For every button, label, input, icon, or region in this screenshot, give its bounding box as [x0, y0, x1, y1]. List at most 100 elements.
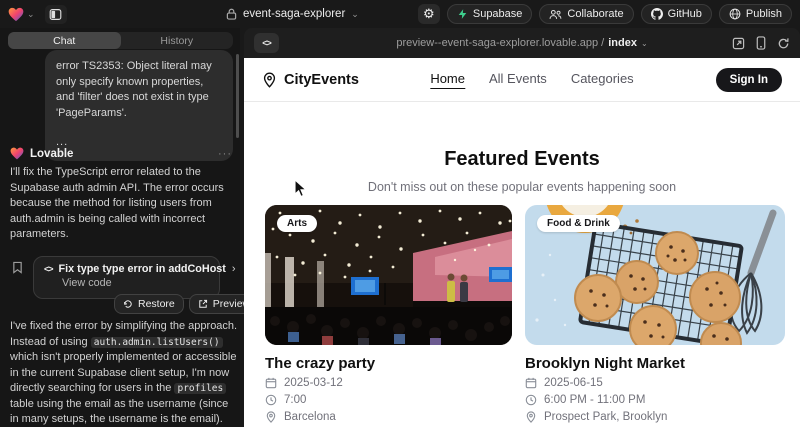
github-button[interactable]: GitHub — [641, 4, 712, 24]
event-date: 2025-06-15 — [544, 377, 603, 389]
chat-scrollbar[interactable] — [236, 54, 239, 138]
chevron-down-icon: ⌄ — [351, 9, 359, 20]
restore-label: Restore — [138, 298, 175, 310]
paragraph-text: table using the email as the username (s… — [10, 398, 228, 426]
site-brand[interactable]: CityEvents — [262, 72, 359, 88]
lovable-logo-menu[interactable]: ⌄ — [8, 7, 35, 22]
event-location: Prospect Park, Brooklyn — [544, 411, 667, 423]
event-date-row: 2025-06-15 — [525, 377, 785, 389]
map-pin-icon — [262, 72, 277, 88]
sign-in-button[interactable]: Sign In — [716, 68, 782, 92]
message-actions: Restore Preview — [114, 294, 259, 314]
event-location-row: Barcelona — [265, 411, 512, 423]
site-content: CityEvents Home All Events Categories Si… — [244, 58, 800, 427]
github-icon — [651, 8, 663, 20]
collaborate-label: Collaborate — [567, 8, 623, 20]
tab-history[interactable]: History — [121, 32, 234, 49]
event-location-row: Prospect Park, Brooklyn — [525, 411, 785, 423]
restore-button[interactable]: Restore — [114, 294, 184, 314]
event-image-party: Arts — [265, 205, 512, 345]
mobile-device-icon[interactable] — [756, 36, 766, 50]
url-prefix: preview--event-saga-explorer.lovable.app… — [396, 37, 604, 49]
assistant-paragraph-1: I'll fix the TypeScript error related to… — [10, 165, 235, 243]
project-name: event-saga-explorer — [243, 8, 345, 20]
chevron-down-icon: ⌄ — [27, 10, 35, 19]
user-message-text: error TS2353: Object literal may only sp… — [56, 59, 222, 121]
app-window: ⌄ event-saga-explorer ⌄ ⚙ Su — [0, 0, 800, 427]
clock-icon — [525, 394, 537, 406]
nav-categories[interactable]: Categories — [571, 71, 634, 89]
settings-button[interactable]: ⚙ — [418, 4, 440, 24]
map-pin-icon — [265, 411, 277, 423]
event-image-cookies: Food & Drink — [525, 205, 785, 345]
chevron-right-icon: › — [232, 263, 236, 275]
project-switcher[interactable]: event-saga-explorer ⌄ — [226, 0, 359, 28]
supabase-label: Supabase — [473, 8, 523, 20]
tool-call-card[interactable]: <> Fix type type error in addCoHost › Vi… — [33, 256, 220, 299]
publish-button[interactable]: Publish — [719, 4, 792, 24]
supabase-lightning-icon — [457, 8, 468, 20]
titlebar: ⌄ event-saga-explorer ⌄ ⚙ Su — [0, 0, 800, 28]
message-menu-icon[interactable]: ··· — [218, 148, 232, 160]
section-subtitle: Don't miss out on these popular events h… — [244, 180, 800, 194]
calendar-icon — [525, 377, 537, 389]
event-date: 2025-03-12 — [284, 377, 343, 389]
sidebar-toggle-button[interactable] — [45, 5, 67, 24]
restore-icon — [123, 299, 133, 309]
preview-panel: <> preview--event-saga-explorer.lovable.… — [244, 28, 800, 427]
user-message-bubble: error TS2353: Object literal may only sp… — [45, 50, 233, 161]
lock-icon — [226, 8, 237, 20]
external-link-icon — [198, 299, 208, 309]
site-header: CityEvents Home All Events Categories Si… — [244, 58, 800, 102]
supabase-button[interactable]: Supabase — [447, 4, 533, 24]
url-page: index — [608, 37, 637, 49]
event-time: 6:00 PM - 11:00 PM — [544, 394, 645, 406]
event-time: 7:00 — [284, 394, 306, 406]
globe-icon — [729, 8, 741, 20]
section-title: Featured Events — [244, 148, 800, 171]
inline-code: auth.admin.listUsers() — [91, 337, 223, 348]
nav-all-events[interactable]: All Events — [489, 71, 547, 89]
event-date-row: 2025-03-12 — [265, 377, 512, 389]
event-card-brooklyn-market[interactable]: Food & Drink Brooklyn Night Market 2025-… — [525, 205, 785, 423]
chevron-down-icon: ⌄ — [641, 39, 648, 48]
code-icon: <> — [44, 264, 53, 274]
calendar-icon — [265, 377, 277, 389]
chat-history-tabs: Chat History — [8, 32, 233, 49]
people-icon — [549, 9, 562, 20]
lovable-heart-icon — [8, 7, 24, 22]
category-badge: Arts — [277, 215, 317, 232]
site-nav: Home All Events Categories — [430, 71, 633, 89]
event-title: Brooklyn Night Market — [525, 355, 785, 372]
view-code-link[interactable]: View code — [62, 277, 209, 289]
featured-section-header: Featured Events Don't miss out on these … — [244, 102, 800, 194]
chat-panel: Chat History error TS2353: Object litera… — [0, 28, 240, 427]
code-view-button[interactable]: <> — [254, 33, 279, 53]
tool-call-title: Fix type type error in addCoHost — [59, 263, 226, 275]
publish-label: Publish — [746, 8, 782, 20]
urlbar-icons — [732, 36, 790, 50]
refresh-icon[interactable] — [777, 37, 790, 50]
inline-code: profiles — [174, 383, 226, 394]
titlebar-actions: ⚙ Supabase Collaborate — [418, 4, 792, 24]
assistant-paragraph-2: I've fixed the error by simplifying the … — [10, 319, 238, 427]
code-icon: <> — [262, 38, 271, 48]
assistant-header: Lovable ··· — [10, 147, 232, 160]
gear-icon: ⚙ — [423, 6, 435, 22]
lovable-heart-icon — [10, 147, 24, 160]
clock-icon — [265, 394, 277, 406]
bookmark-icon[interactable] — [12, 261, 23, 279]
brand-name: CityEvents — [284, 72, 359, 88]
open-external-icon[interactable] — [732, 37, 745, 50]
tab-chat[interactable]: Chat — [8, 32, 121, 49]
event-card-crazy-party[interactable]: Arts The crazy party 2025-03-12 — [265, 205, 512, 423]
collaborate-button[interactable]: Collaborate — [539, 4, 633, 24]
preview-url[interactable]: preview--event-saga-explorer.lovable.app… — [396, 37, 647, 49]
github-label: GitHub — [668, 8, 702, 20]
preview-urlbar: <> preview--event-saga-explorer.lovable.… — [244, 28, 800, 58]
category-badge: Food & Drink — [537, 215, 620, 232]
event-location: Barcelona — [284, 411, 336, 423]
map-pin-icon — [525, 411, 537, 423]
nav-home[interactable]: Home — [430, 71, 465, 89]
sidebar-layout-icon — [49, 8, 62, 21]
